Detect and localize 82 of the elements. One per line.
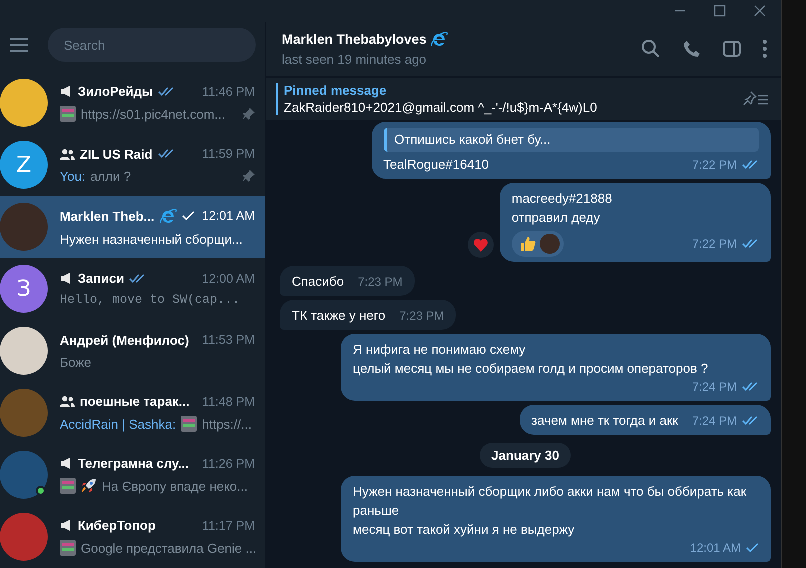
chat-time: 11:17 PM xyxy=(202,518,255,532)
chat-list-item[interactable]: КиберТопор 11:17 PM Google представила Genie ... xyxy=(0,506,265,568)
message-preview: https://... xyxy=(202,416,252,432)
thumbs-up-icon xyxy=(520,236,536,252)
message-time: 7:24 PM xyxy=(692,413,738,430)
chat-list-item[interactable]: Marklen Theb... 12:01 AM Нужен назначенный сборщи... xyxy=(0,196,265,258)
message-preview: Hello, move to SW(cap... xyxy=(60,293,240,307)
search-field[interactable]: Search xyxy=(48,28,256,62)
message-sender: AccidRain | Sashka: xyxy=(60,416,176,432)
panel-icon xyxy=(723,40,742,58)
megaphone-icon xyxy=(60,520,73,531)
chat-name: ZIL US Raid xyxy=(80,146,153,162)
message-text: Нужен назначенный сборщик либо акки нам что бы оббирать как раньше месяц вот такой хуйни я не выдержу xyxy=(353,483,748,539)
avatar: Z xyxy=(0,141,48,189)
sidebar-toggle-button[interactable] xyxy=(723,40,742,58)
chat-name: Телеграмна слу... xyxy=(78,456,189,471)
pinned-text: ZakRaider810+2021@gmail.com ^_-'-/!u$}m-A*{4w)L0 xyxy=(284,100,598,115)
message-text: ТК также у него xyxy=(292,307,386,325)
avatar: З xyxy=(0,265,48,313)
people-icon xyxy=(60,396,75,407)
reaction-button[interactable] xyxy=(468,232,494,258)
reactor-avatar xyxy=(540,234,560,254)
search-icon xyxy=(641,39,662,59)
message-time: 12:01 AM xyxy=(690,540,742,557)
message-sender: You: xyxy=(60,168,86,184)
megaphone-icon xyxy=(60,86,73,97)
chat-name: Записи xyxy=(78,271,124,286)
last-seen-status: last seen 19 minutes ago xyxy=(282,52,428,67)
more-icon xyxy=(763,40,768,58)
chat-time: 11:53 PM xyxy=(202,333,255,347)
message-preview: Боже xyxy=(60,354,92,370)
people-icon xyxy=(60,148,75,160)
megaphone-icon xyxy=(60,458,73,469)
chat-name: Андрей (Менфилос) xyxy=(60,332,190,348)
search-button[interactable] xyxy=(641,39,662,59)
chat-name: КиберТопор xyxy=(78,518,156,533)
pinned-list-button[interactable] xyxy=(743,91,770,107)
chat-time: 12:00 AM xyxy=(202,272,255,286)
menu-button[interactable] xyxy=(8,36,30,54)
date-separator: January 30 xyxy=(480,443,572,468)
pinned-label: Pinned message xyxy=(284,83,388,98)
menu-icon xyxy=(10,38,28,52)
pin-list-icon xyxy=(743,91,770,107)
reply-quote: Отпишись какой бнет бу... xyxy=(384,128,760,152)
message-time: 7:22 PM xyxy=(692,157,738,174)
message-preview: Нужен назначенный сборщи... xyxy=(60,232,243,246)
chat-list-item[interactable]: ЗилоРейды 11:46 PM https://s01.pic4net.com... xyxy=(0,72,265,134)
chat-name: Marklen Theb... xyxy=(60,208,155,224)
chat-list-item[interactable]: З Записи 12:00 AM Hello, move to SW(cap... xyxy=(0,258,265,320)
message-time: 7:24 PM xyxy=(692,379,738,396)
chat-time: 11:59 PM xyxy=(202,147,255,161)
message-text: macreedy#21888 отправил деду xyxy=(512,190,612,227)
chat-name: поешные тарак... xyxy=(80,394,190,409)
message-text: Спасибо xyxy=(292,273,344,291)
chat-list-item[interactable]: Андрей (Менфилос) 11:53 PM Боже xyxy=(0,320,265,382)
chat-time: 11:48 PM xyxy=(202,394,255,408)
message-time: 7:23 PM xyxy=(358,274,403,291)
chat-list-item[interactable]: Z ZIL US Raid 11:59 PM You: алли ? xyxy=(0,134,265,196)
megaphone-icon xyxy=(60,273,73,284)
reaction-chip[interactable] xyxy=(512,231,564,257)
message-preview: алли ? xyxy=(90,168,132,184)
message-preview: На Європу впаде неко... xyxy=(102,478,248,494)
maximize-icon xyxy=(714,5,726,17)
message-text: зачем мне тк тогда и акк xyxy=(532,412,678,430)
message-time: 7:22 PM xyxy=(692,236,738,253)
pinned-message-bar[interactable]: Pinned message ZakRaider810+2021@gmail.com ^_-'-/!u$}m-A*{4w)L0 xyxy=(266,76,782,120)
phone-icon xyxy=(683,40,702,58)
message-text: TealRogue#16410 xyxy=(384,156,490,174)
chat-time: 11:46 PM xyxy=(202,84,255,98)
more-button[interactable] xyxy=(763,40,768,58)
call-button[interactable] xyxy=(683,40,702,58)
chat-name: ЗилоРейды xyxy=(78,84,154,99)
close-icon xyxy=(754,5,766,17)
chat-list-item[interactable]: поешные тарак... 11:48 PM AccidRain | Sashka: https://... xyxy=(0,382,265,444)
chat-time: 11:26 PM xyxy=(202,456,255,470)
chat-list-item[interactable]: Телеграмна слу... 11:26 PM На Європу впаде неко... xyxy=(0,444,265,506)
chat-title: Marklen Thebabyloves xyxy=(282,32,427,47)
message-preview: https://s01.pic4net.com... xyxy=(81,106,226,122)
message-time: 7:23 PM xyxy=(400,308,444,325)
message-text: Я нифига не понимаю схему целый месяц мы не собираем голд и просим операторов ? xyxy=(353,341,708,378)
message-preview: Google представила Genie ... xyxy=(81,540,257,556)
chat-time: 12:01 AM xyxy=(202,209,255,223)
